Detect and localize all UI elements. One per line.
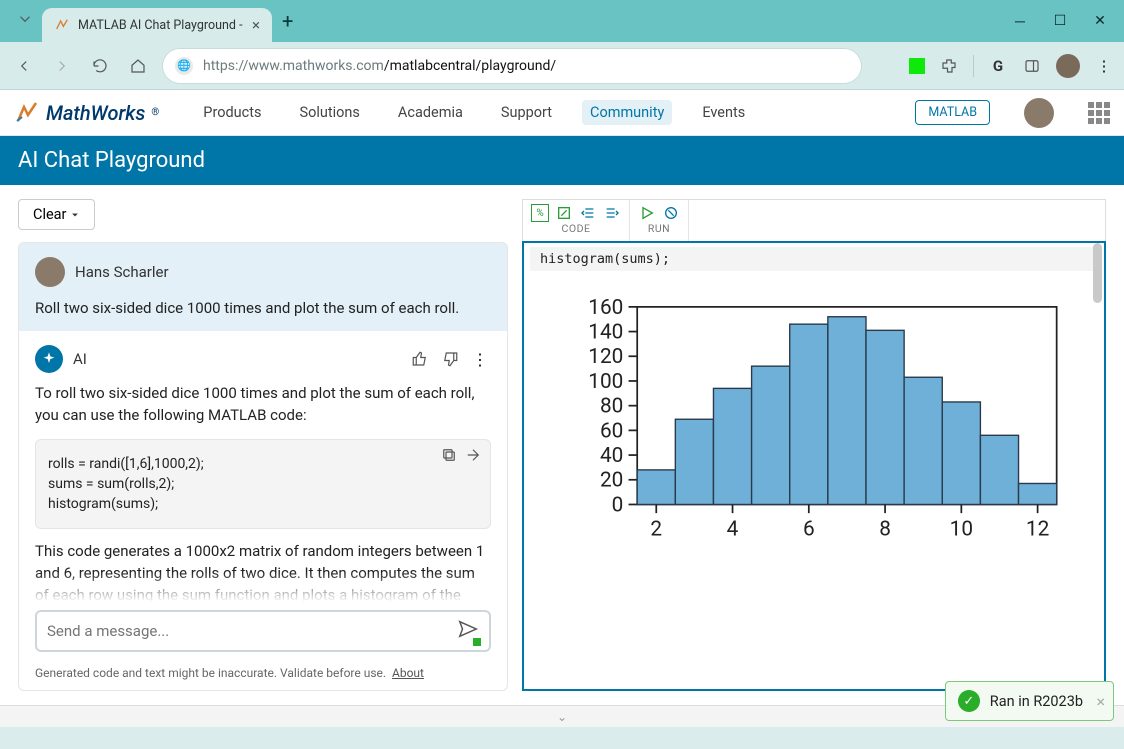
send-icon[interactable] — [457, 618, 479, 644]
copy-code-icon[interactable] — [440, 446, 458, 464]
ai-badge-icon — [35, 345, 63, 373]
svg-text:140: 140 — [588, 321, 623, 345]
main-nav: Products Solutions Academia Support Comm… — [195, 100, 753, 125]
nav-support[interactable]: Support — [493, 100, 560, 125]
nav-solutions[interactable]: Solutions — [291, 100, 367, 125]
browser-menu-icon[interactable]: ⋮ — [1094, 56, 1114, 76]
nav-academia[interactable]: Academia — [390, 100, 471, 125]
indent-right-icon[interactable] — [603, 204, 621, 222]
check-icon: ✓ — [958, 690, 980, 712]
svg-text:40: 40 — [600, 444, 623, 468]
editor-toolbar: % CODE — [522, 199, 1106, 241]
svg-text:6: 6 — [803, 518, 815, 542]
svg-text:10: 10 — [950, 518, 973, 542]
disclaimer: Generated code and text might be inaccur… — [19, 660, 507, 690]
code-editor[interactable]: histogram(sums); 020406080100120140160 2 4… — [522, 241, 1106, 691]
svg-text:120: 120 — [588, 345, 623, 369]
nav-forward-icon — [48, 52, 76, 80]
user-message-text: Roll two six-sided dice 1000 times and p… — [35, 299, 491, 317]
extension-square-icon[interactable] — [909, 58, 925, 74]
window-maximize-icon[interactable]: ☐ — [1042, 6, 1078, 36]
ai-message: AI ⋮ To roll two six-sided dice — [19, 331, 507, 602]
clear-button[interactable]: Clear — [18, 199, 95, 230]
user-avatar[interactable] — [1024, 98, 1054, 128]
mathworks-logo[interactable]: MathWorks® — [14, 101, 159, 125]
svg-text:12: 12 — [1026, 518, 1049, 542]
window-minimize-icon[interactable]: ─ — [1002, 6, 1038, 36]
browser-tab[interactable]: MATLAB AI Chat Playground - × — [42, 8, 272, 42]
page-title: AI Chat Playground — [0, 136, 1124, 185]
logo-text: MathWorks — [46, 101, 145, 125]
histogram-chart: 020406080100120140160 2 4 6 8 10 12 — [554, 293, 1074, 553]
new-tab-button[interactable]: + — [272, 5, 303, 37]
nav-events[interactable]: Events — [694, 100, 753, 125]
svg-text:2: 2 — [650, 518, 662, 542]
window-close-icon[interactable]: ✕ — [1082, 6, 1118, 36]
thumbs-down-icon[interactable] — [439, 348, 461, 370]
nav-back-icon[interactable] — [10, 52, 38, 80]
ai-more-icon[interactable]: ⋮ — [469, 348, 491, 370]
url-bar[interactable]: 🌐 https://www.mathworks.com/matlabcentra… — [162, 48, 862, 84]
indent-left-icon[interactable] — [579, 204, 597, 222]
url-text: https://www.mathworks.com/matlabcentral/… — [203, 58, 556, 74]
run-group-label: RUN — [630, 222, 688, 237]
mathworks-icon — [14, 101, 40, 125]
svg-text:20: 20 — [600, 469, 623, 493]
matlab-button[interactable]: MATLAB — [915, 100, 990, 125]
chat-input[interactable] — [47, 622, 457, 640]
tab-close-icon[interactable]: × — [252, 16, 260, 34]
insert-code-icon[interactable] — [464, 446, 482, 464]
svg-text:8: 8 — [879, 518, 891, 542]
code-group-label: CODE — [523, 222, 629, 237]
user-message: Hans Scharler Roll two six-sided dice 10… — [19, 243, 507, 331]
editor-line: histogram(sums); — [530, 247, 1098, 271]
run-icon[interactable] — [638, 204, 656, 222]
toast-text: Ran in R2023b — [990, 693, 1083, 710]
matlab-favicon — [54, 17, 70, 33]
nav-home-icon[interactable] — [124, 52, 152, 80]
uncomment-icon[interactable] — [555, 204, 573, 222]
user-message-name: Hans Scharler — [75, 263, 169, 281]
about-link[interactable]: About — [392, 666, 424, 680]
status-toast: ✓ Ran in R2023b × — [945, 681, 1114, 721]
ai-label: AI — [73, 350, 399, 368]
nav-products[interactable]: Products — [195, 100, 269, 125]
thumbs-up-icon[interactable] — [409, 348, 431, 370]
sidepanel-icon[interactable] — [1022, 56, 1042, 76]
extensions-icon[interactable] — [939, 56, 959, 76]
editor-scrollbar[interactable] — [1093, 243, 1102, 303]
code-block: rolls = randi([1,6],1000,2); sums = sum(… — [35, 439, 491, 530]
chat-input-container — [35, 610, 491, 652]
svg-text:0: 0 — [612, 493, 624, 517]
svg-text:4: 4 — [727, 518, 739, 542]
tab-dropdown[interactable] — [8, 4, 42, 38]
svg-text:100: 100 — [588, 370, 623, 394]
ai-intro: To roll two six-sided dice 1000 times an… — [35, 383, 491, 427]
profile-avatar[interactable] — [1056, 54, 1080, 78]
globe-icon: 🌐 — [175, 57, 193, 75]
user-message-avatar — [35, 257, 65, 287]
comment-icon[interactable]: % — [531, 204, 549, 222]
code-content: rolls = randi([1,6],1000,2); sums = sum(… — [36, 440, 490, 529]
nav-community[interactable]: Community — [582, 100, 672, 125]
tab-title: MATLAB AI Chat Playground - — [78, 18, 244, 33]
svg-text:160: 160 — [588, 296, 623, 320]
nav-reload-icon[interactable] — [86, 52, 114, 80]
apps-grid-icon[interactable] — [1088, 102, 1110, 124]
stop-icon[interactable] — [662, 204, 680, 222]
google-icon[interactable]: G — [988, 56, 1008, 76]
svg-text:80: 80 — [600, 395, 623, 419]
toast-close-icon[interactable]: × — [1096, 692, 1105, 711]
svg-text:60: 60 — [600, 419, 623, 443]
toolbar-divider — [973, 55, 974, 77]
